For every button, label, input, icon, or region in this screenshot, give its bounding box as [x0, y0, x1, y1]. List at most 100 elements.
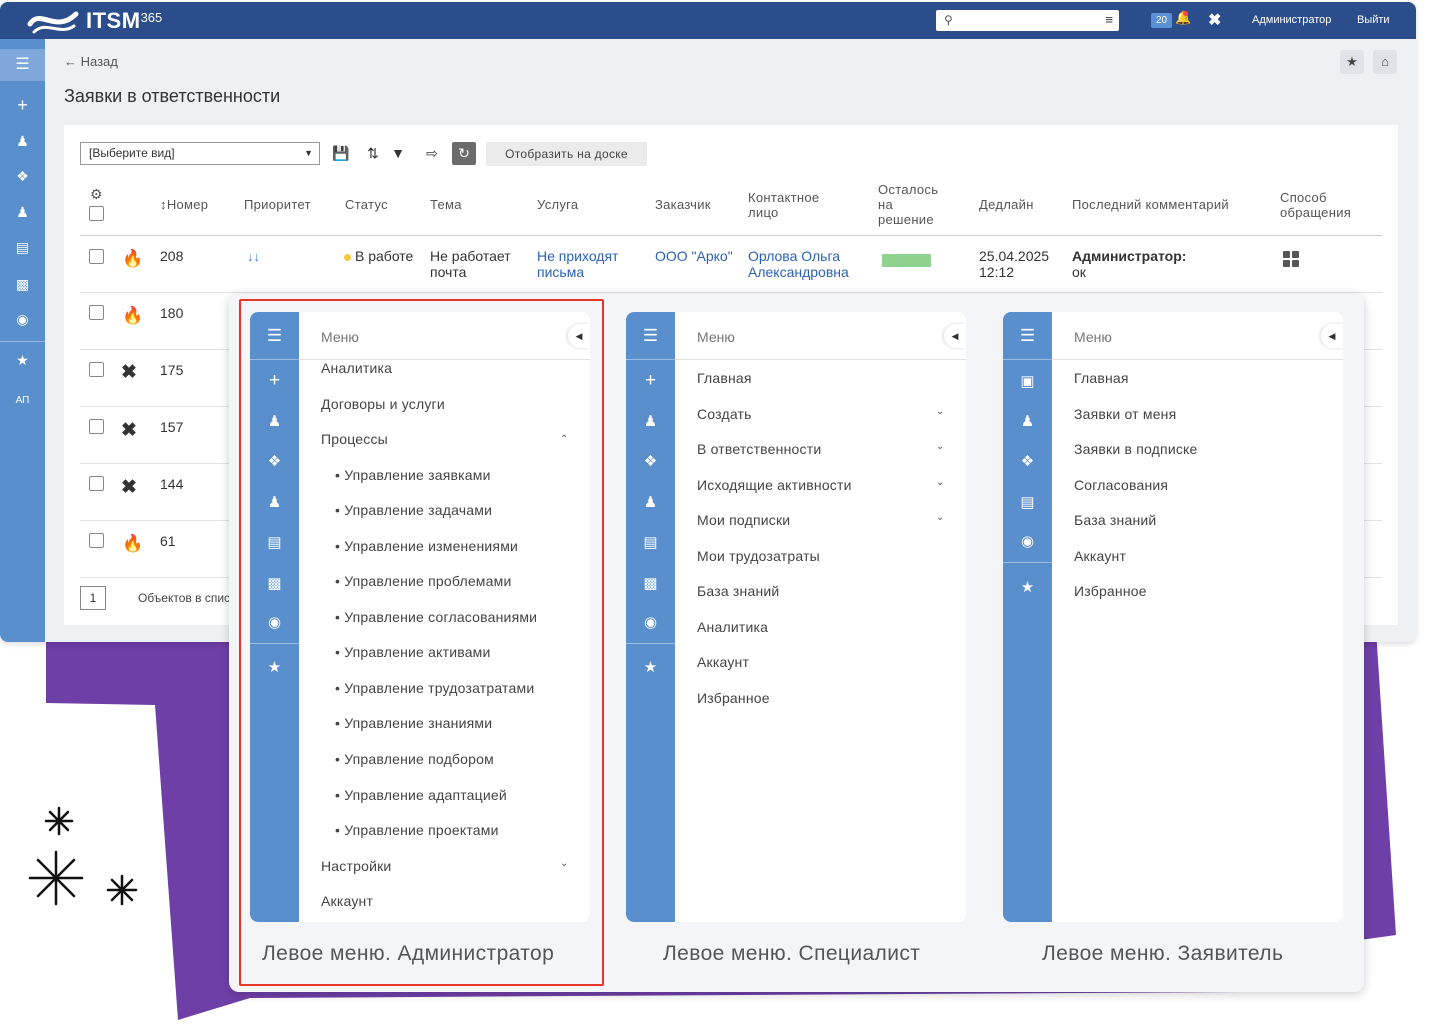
chart-icon[interactable]: ▩	[0, 276, 45, 293]
row-checkbox[interactable]	[89, 249, 104, 264]
menu-item-analytics[interactable]: Аналитика	[697, 619, 768, 635]
sort-icon[interactable]: ⇅	[361, 142, 385, 165]
menu-item-home[interactable]: Главная	[1074, 370, 1129, 386]
filter-sliders-icon[interactable]: ≡	[1105, 12, 1113, 27]
book-icon[interactable]: ▤	[0, 239, 45, 256]
user-forward-icon[interactable]: ♟	[626, 493, 675, 511]
handshake-icon[interactable]: ❖	[1003, 452, 1052, 470]
header-deadline[interactable]: Дедлайн	[979, 197, 1034, 212]
menu-item-favorites[interactable]: Избранное	[1074, 583, 1147, 599]
user-arrow-icon[interactable]: ♟	[0, 133, 45, 150]
collapse-menu-icon[interactable]: ◀	[1321, 324, 1343, 348]
favorite-star-button[interactable]: ★	[1340, 50, 1364, 74]
menu-item-knowledge[interactable]: База знаний	[1074, 512, 1156, 528]
menu-item-home[interactable]: Главная	[697, 370, 752, 386]
menu-item-knowledge[interactable]: База знаний	[697, 583, 779, 599]
requester-menu-caption: Левое меню. Заявитель	[1042, 942, 1284, 965]
chevron-down-icon[interactable]: ⌄	[936, 441, 944, 452]
header-customer[interactable]: Заказчик	[655, 197, 711, 212]
row-checkbox[interactable]	[89, 476, 104, 491]
header-priority[interactable]: Приоритет	[244, 197, 311, 212]
menu-header: Меню	[697, 329, 735, 345]
menu-item-responsible[interactable]: В ответственности	[697, 441, 821, 457]
hamburger-icon[interactable]: ☰	[0, 49, 45, 81]
menu-item-outgoing[interactable]: Исходящие активности	[697, 477, 852, 493]
header-remaining-line3: решение	[878, 212, 934, 227]
select-all-checkbox[interactable]	[89, 206, 104, 221]
user-forward-icon[interactable]: ♟	[0, 204, 45, 221]
header-remaining[interactable]: Осталось на решение	[878, 182, 938, 227]
user-link[interactable]: Администратор	[1252, 14, 1331, 26]
filter-icon[interactable]: ▼	[386, 142, 410, 165]
row-topic-line2: почта	[430, 264, 467, 280]
menu-item-subscribed-requests[interactable]: Заявки в подписке	[1074, 441, 1198, 457]
row-checkbox[interactable]	[89, 305, 104, 320]
header-service[interactable]: Услуга	[537, 197, 578, 212]
account-icon[interactable]: ◉	[1003, 532, 1052, 550]
menu-item-subscriptions[interactable]: Мои подписки	[697, 512, 790, 528]
header-number[interactable]: ↕Номер	[160, 197, 208, 212]
row-number[interactable]: 175	[160, 362, 183, 378]
book-icon[interactable]: ▤	[626, 533, 675, 551]
menu-item-account[interactable]: Аккаунт	[1074, 548, 1126, 564]
row-checkbox[interactable]	[89, 419, 104, 434]
header-method[interactable]: Способ обращения	[1280, 190, 1351, 220]
settings-gear-icon[interactable]: ⚙	[90, 187, 103, 202]
menu-item-create[interactable]: Создать	[697, 406, 752, 422]
save-icon[interactable]: 💾	[329, 142, 353, 165]
notification-count-badge[interactable]: 20	[1151, 13, 1172, 28]
search-input[interactable]: ⚲ ≡	[936, 10, 1119, 31]
header-status[interactable]: Статус	[345, 197, 388, 212]
plus-icon[interactable]: +	[626, 370, 675, 392]
page-number-input[interactable]: 1	[80, 586, 106, 610]
home-button[interactable]: ⌂	[1373, 50, 1397, 74]
row-number[interactable]: 208	[160, 248, 183, 264]
account-icon[interactable]: ◉	[0, 311, 45, 328]
chart-icon[interactable]: ▩	[626, 574, 675, 592]
collapse-menu-icon[interactable]: ◀	[944, 324, 966, 348]
row-contact-link[interactable]: Орлова Ольга Александровна	[748, 248, 849, 280]
monitor-icon[interactable]: ▣	[1003, 372, 1052, 390]
view-select[interactable]: [Выберите вид] ▼	[80, 142, 320, 165]
row-service-link[interactable]: Не приходят письма	[537, 248, 618, 280]
hamburger-icon[interactable]: ☰	[626, 312, 675, 359]
handshake-icon[interactable]: ❖	[626, 452, 675, 470]
user-arrow-icon[interactable]: ♟	[1003, 412, 1052, 430]
chevron-down-icon[interactable]: ⌄	[936, 512, 944, 523]
menu-item-favorites[interactable]: Избранное	[697, 690, 770, 706]
menu-item-approvals[interactable]: Согласования	[1074, 477, 1168, 493]
chevron-down-icon[interactable]: ⌄	[936, 406, 944, 417]
back-link[interactable]: ← Назад	[64, 54, 118, 69]
handshake-icon[interactable]: ❖	[0, 168, 45, 185]
menu-item-timesheets[interactable]: Мои трудозатраты	[697, 548, 820, 564]
row-customer-link[interactable]: ООО "Арко"	[655, 248, 733, 264]
header-contact[interactable]: Контактное лицо	[748, 190, 819, 220]
logout-link[interactable]: Выйти	[1357, 14, 1390, 26]
row-checkbox[interactable]	[89, 362, 104, 377]
plus-icon[interactable]: +	[0, 95, 45, 116]
tools-icon[interactable]: ✖	[1208, 10, 1221, 30]
row-number[interactable]: 157	[160, 419, 183, 435]
star-icon[interactable]: ★	[0, 352, 45, 369]
row-number[interactable]: 61	[160, 533, 176, 549]
menu-item-my-requests[interactable]: Заявки от меня	[1074, 406, 1176, 422]
book-icon[interactable]: ▤	[1003, 493, 1052, 511]
account-icon[interactable]: ◉	[626, 613, 675, 631]
export-icon[interactable]: ⇨	[420, 142, 444, 165]
hamburger-icon[interactable]: ☰	[1003, 312, 1052, 359]
star-icon[interactable]: ★	[1003, 578, 1052, 596]
show-on-board-button[interactable]: Отобразить на доске	[486, 142, 647, 166]
row-number[interactable]: 180	[160, 305, 183, 321]
row-number[interactable]: 144	[160, 476, 183, 492]
menu-item-account[interactable]: Аккаунт	[697, 654, 749, 670]
user-arrow-icon[interactable]: ♟	[626, 412, 675, 430]
refresh-icon[interactable]: ↻	[452, 142, 476, 165]
brand-logo[interactable]: ITSM 365	[26, 5, 162, 37]
row-checkbox[interactable]	[89, 533, 104, 548]
header-comment[interactable]: Последний комментарий	[1072, 197, 1229, 212]
chevron-down-icon[interactable]: ⌄	[936, 477, 944, 488]
star-icon[interactable]: ★	[626, 658, 675, 676]
header-topic[interactable]: Тема	[430, 197, 462, 212]
sidebar-label[interactable]: АП	[0, 395, 45, 406]
row-topic-line1: Не работает	[430, 248, 511, 264]
